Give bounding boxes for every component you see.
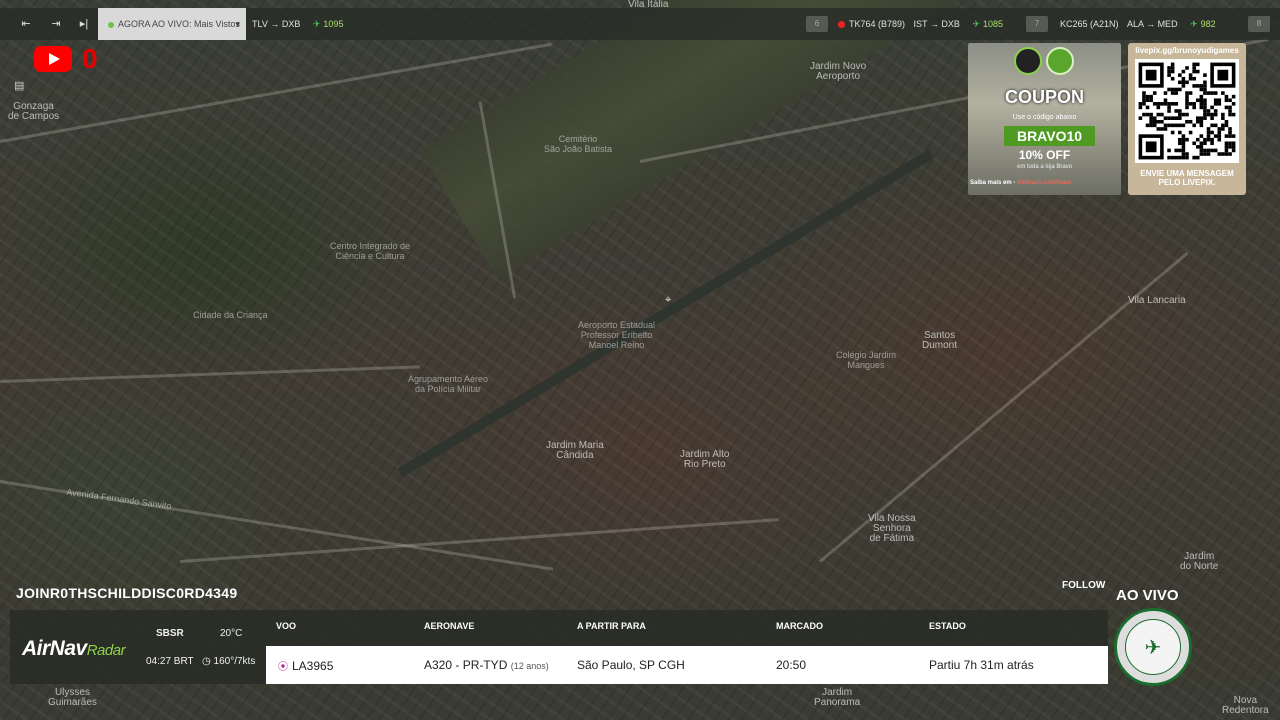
route-count: 982 — [1200, 19, 1216, 29]
aircraft-text: A320 - PR-TYD — [424, 658, 508, 672]
plane-badge-icon: ✈ — [1125, 619, 1181, 675]
aircraft: A320 - PR-TYD (12 anos) — [424, 658, 549, 672]
airnav-logo-text: AirNav — [22, 637, 87, 660]
airport-code: SBSR — [156, 628, 184, 639]
flight-route-3[interactable]: KC265 (A21N) ALA → MED ✈ 982 — [1060, 8, 1216, 40]
live-label: AO VIVO — [1116, 587, 1179, 604]
coupon-url: Saiba mais em - sitebrado.com/bravo — [970, 180, 1120, 186]
livepix-url: livepix.gg/brunoyudigames — [1135, 46, 1239, 55]
follow-label[interactable]: FOLLOW — [1062, 580, 1105, 591]
map-label: Cidade da Criança — [193, 310, 268, 320]
map-label: Nova Redentora — [1222, 695, 1269, 716]
flight-route-2[interactable]: TK764 (B789) IST → DXB ✈ 1085 — [838, 8, 1003, 40]
route: São Paulo, SP CGH — [577, 658, 685, 672]
col-header-voo: VOO — [276, 621, 297, 631]
local-time: 04:27 BRT — [146, 656, 194, 667]
coupon-url-prefix: Saiba mais em - — [970, 180, 1016, 186]
wind: ◷ 160°/7kts — [202, 656, 255, 667]
top-bar: ⇤ ⇥ ▸| AGORA AO VIVO: Mais Vistos ▾ TLV … — [0, 8, 1280, 40]
flight-number-text: LA3965 — [292, 659, 334, 673]
live-dot-icon — [108, 21, 114, 28]
rank-box: 7 — [1026, 16, 1048, 32]
flight-status: Partiu 7h 31m atrás — [929, 658, 1034, 672]
flight-label: KC265 (A21N) — [1060, 19, 1119, 29]
livepix-card[interactable]: livepix.gg/brunoyudigames ENVIE UMA MENS… — [1128, 43, 1246, 195]
plane-icon: ✈ — [312, 19, 321, 29]
livepix-message: ENVIE UMA MENSAGEM PELO LIVEPIX. — [1140, 169, 1234, 187]
coupon-card[interactable]: COUPON Use o código abaixo BRAVO10 10% O… — [968, 43, 1121, 195]
coupon-logos — [1014, 47, 1076, 75]
coupon-url-link: sitebrado.com/bravo — [1017, 180, 1072, 186]
live-filter-select[interactable]: AGORA AO VIVO: Mais Vistos ▾ — [98, 8, 246, 40]
map-label: Colégio Jardim Mangues — [836, 350, 897, 370]
temperature: 20°C — [220, 628, 243, 639]
flight-number[interactable]: ⦿ LA3965 — [278, 658, 333, 673]
sidebar-collapse-icon[interactable]: ⇤ — [18, 16, 34, 32]
pin-icon: ⦿ — [278, 662, 288, 673]
plane-icon: ✈ — [972, 19, 980, 29]
channel-badge: ✈ — [1114, 608, 1192, 686]
route-label: TLV → DXB — [252, 19, 301, 29]
col-header-marcado: MARCADO — [776, 621, 823, 631]
live-filter-label: AGORA AO VIVO: Mais Vistos — [118, 19, 240, 29]
list-icon[interactable]: ▤ — [14, 80, 28, 92]
rank-box: 8 — [1248, 16, 1270, 32]
map-label: Ulysses Guimarães — [48, 687, 97, 708]
route-label: ALA → MED — [1127, 19, 1178, 29]
airnav-logo-radar: Radar — [86, 642, 126, 659]
map-label: Cemitério São João Batista — [544, 134, 613, 154]
route-count: 1085 — [982, 19, 1003, 29]
map-label: Jardim Maria Cândida — [546, 440, 604, 461]
map-label: Vila Lancaria — [1128, 295, 1186, 306]
flight-route-1[interactable]: TLV → DXB ✈ 1095 — [252, 8, 343, 40]
airnav-logo: AirNavRadar — [22, 637, 126, 661]
col-header-estado: ESTADO — [929, 621, 966, 631]
chevron-down-icon: ▾ — [235, 19, 240, 29]
youtube-counter: 0 — [82, 43, 98, 74]
col-header-apartir: A PARTIR PARA — [577, 621, 646, 631]
plane-icon: ✈ — [1190, 19, 1198, 29]
aircraft-age: (12 anos) — [510, 661, 549, 671]
map-label: Vila Nossa Senhora de Fátima — [868, 513, 916, 544]
map-label: Aeroporto Estadual Professor Eribelto Ma… — [578, 320, 656, 350]
coupon-discount: 10% OFF — [1018, 148, 1071, 162]
map-label: Gonzaga de Campos — [8, 101, 60, 122]
map-label: Jardim do Norte — [1180, 551, 1219, 572]
map-label: Jardim Panorama — [814, 687, 861, 708]
coupon-subtitle: Use o código abaixo — [1012, 114, 1077, 121]
expand-icon[interactable]: ⇥ — [48, 16, 64, 32]
map-label: Centro Integrado de Ciência e Cultura — [330, 241, 411, 261]
qr-code-icon — [1135, 59, 1239, 163]
flight-label: TK764 (B789) — [849, 19, 906, 29]
brand-logo — [1014, 47, 1042, 75]
scheduled-time: 20:50 — [776, 658, 807, 672]
map-label: Santos Dumont — [922, 330, 958, 351]
location-pin-icon[interactable]: ⌖ — [665, 294, 675, 306]
viewer-username: JOINR0THSCHILDDISC0RD4349 — [16, 585, 238, 601]
youtube-icon[interactable] — [34, 46, 72, 72]
wind-value: 160°/7kts — [213, 656, 256, 667]
skip-next-icon[interactable]: ▸| — [76, 16, 92, 32]
wind-icon: ◷ — [202, 656, 214, 667]
map-label: Jardim Alto Rio Preto — [680, 449, 730, 470]
route-label: IST → DXB — [913, 19, 960, 29]
map-label: Agrupamento Aéreo da Polícia Militar — [408, 374, 489, 394]
route-count: 1095 — [323, 19, 344, 29]
coupon-code: BRAVO10 — [1004, 126, 1095, 146]
rank-box: 6 — [806, 16, 828, 32]
brand-logo — [1046, 47, 1074, 75]
coupon-title: COUPON — [1004, 87, 1084, 107]
coupon-note: em toda a loja Bravo — [1016, 164, 1073, 170]
col-header-aeronave: AERONAVE — [424, 621, 475, 631]
map-label: Jardim Novo Aeroporto — [810, 61, 867, 82]
flag-icon — [838, 21, 845, 29]
